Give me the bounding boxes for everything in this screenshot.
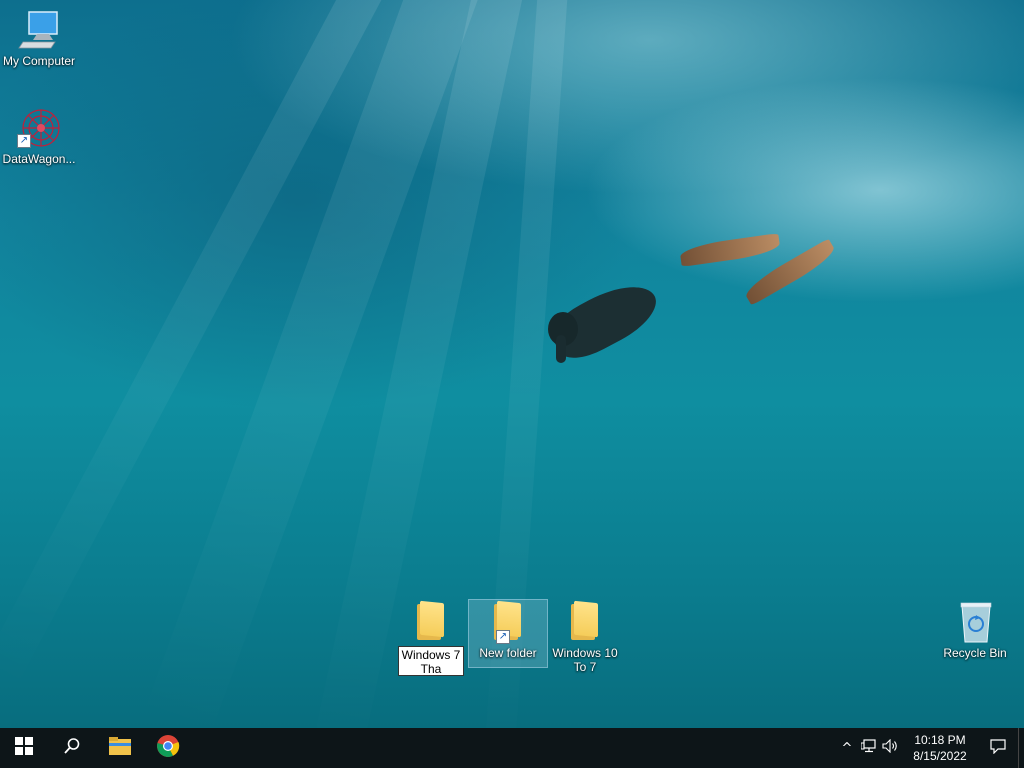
- chevron-up-icon: ^: [841, 740, 853, 756]
- desktop-icon-label: Recycle Bin: [943, 646, 1007, 660]
- folder-shortcut-icon: ↗: [484, 600, 532, 644]
- desktop-icon-windows10[interactable]: Windows 10 To 7: [546, 600, 624, 674]
- desktop-icon-label: DataWagon...: [2, 152, 76, 166]
- folder-icon: [407, 600, 455, 644]
- desktop-icon-new-folder[interactable]: ↗ New folder: [468, 599, 548, 668]
- desktop-icon-datawagon[interactable]: ↗ DataWagon...: [0, 106, 78, 166]
- desktop-icon-my-computer[interactable]: My Computer: [0, 8, 78, 68]
- monitor-icon: [15, 8, 63, 52]
- clock-date: 8/15/2022: [913, 749, 967, 763]
- taskbar: ^ 10:18 PM 8/15/2022: [0, 728, 1024, 768]
- clock[interactable]: 10:18 PM 8/15/2022: [902, 732, 978, 764]
- windows-start-icon: [15, 736, 33, 760]
- desktop-icon-recycle-bin[interactable]: Recycle Bin: [936, 600, 1014, 660]
- show-hidden-icons-button[interactable]: ^: [836, 728, 858, 768]
- diver-arm: [556, 335, 566, 363]
- search-icon: [63, 737, 81, 760]
- action-center-button[interactable]: [978, 728, 1018, 768]
- desktop-icon-label: My Computer: [2, 54, 76, 68]
- desktop-icon-windows7[interactable]: [392, 600, 470, 676]
- taskbar-file-explorer[interactable]: [96, 728, 144, 768]
- rename-input[interactable]: [398, 646, 464, 676]
- file-explorer-icon: [108, 736, 132, 761]
- diver-fin: [679, 233, 781, 267]
- network-icon: [860, 739, 877, 757]
- system-tray: ^ 10:18 PM 8/15/2022: [836, 728, 1024, 768]
- volume-icon: [882, 738, 900, 757]
- recycle-bin-icon: [951, 600, 999, 644]
- start-button[interactable]: [0, 728, 48, 768]
- desktop-icon-label: Windows 10 To 7: [552, 646, 618, 674]
- shortcut-arrow-icon: ↗: [17, 134, 31, 148]
- show-desktop-button[interactable]: [1018, 728, 1024, 768]
- chrome-icon: [156, 734, 180, 763]
- desktop-icon-label: New folder: [479, 646, 537, 660]
- volume-button[interactable]: [880, 728, 902, 768]
- desktop[interactable]: My Computer ↗ DataWagon... Windows 7 Tha…: [0, 0, 1024, 728]
- network-button[interactable]: [858, 728, 880, 768]
- datawagon-app-icon: ↗: [15, 106, 63, 150]
- taskbar-chrome[interactable]: [144, 728, 192, 768]
- folder-icon: [561, 600, 609, 644]
- clock-time: 10:18 PM: [914, 733, 966, 747]
- shortcut-arrow-icon: ↗: [496, 630, 510, 644]
- notification-icon: [990, 738, 1006, 759]
- search-button[interactable]: [48, 728, 96, 768]
